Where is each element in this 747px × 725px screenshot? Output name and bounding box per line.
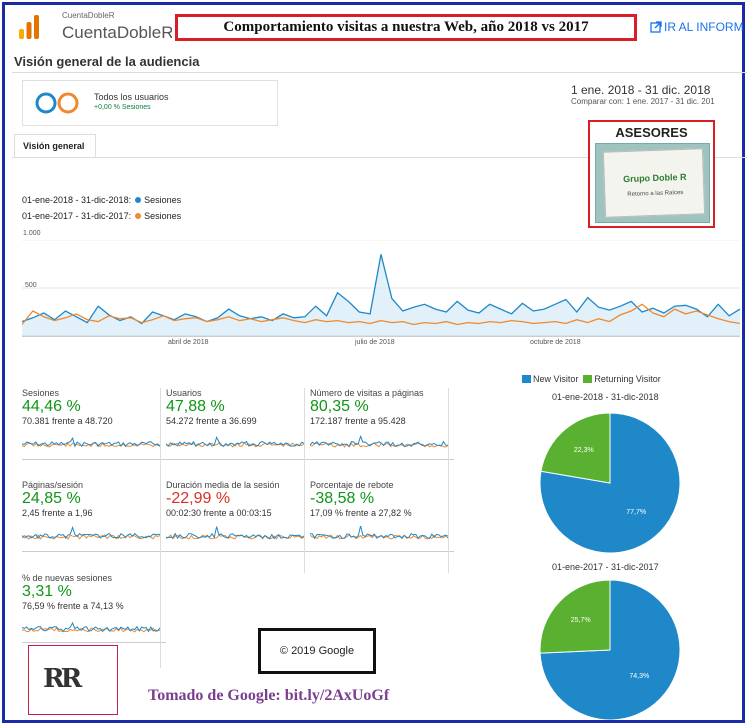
- external-link-icon: [650, 21, 662, 33]
- divider: [12, 72, 747, 73]
- pie-legend-new: New Visitor: [533, 374, 579, 384]
- metric-card[interactable]: Sesiones 44,46 % 70.381 frente a 48.720: [22, 388, 166, 460]
- metric-value: -38,58 %: [310, 490, 375, 507]
- pie-data-label: 22,3%: [574, 447, 594, 454]
- metric-card[interactable]: Páginas/sesión 24,85 % 2,45 frente a 1,96: [22, 480, 166, 552]
- pie-data-label: 74,3%: [629, 673, 649, 680]
- sparkline-series: [22, 621, 160, 633]
- metric-separator: [160, 388, 161, 668]
- metric-title: Duración media de la sesión: [166, 480, 280, 490]
- metric-comparison: 76,59 % frente a 74,13 %: [22, 601, 124, 611]
- pie-legend-returning: Returning Visitor: [594, 374, 661, 384]
- asesores-photo: Grupo Doble R Retorno a las Raíces: [595, 143, 710, 223]
- x-tick-julio: julio de 2018: [355, 339, 395, 346]
- sparkline-series: [166, 435, 304, 448]
- legend-range: 01-ene-2018 - 31-dic-2018:: [22, 195, 132, 205]
- metric-comparison: 70.381 frente a 48.720: [22, 416, 113, 426]
- segment-sub: +0,00 % Sesiones: [94, 104, 151, 111]
- asesores-sign-line1: Grupo Doble R: [622, 171, 687, 185]
- x-tick-octubre: octubre de 2018: [530, 339, 581, 346]
- source-credit: Tomado de Google: bit.ly/2AxUoGf: [148, 687, 390, 704]
- metric-card[interactable]: Número de visitas a páginas 80,35 % 172.18…: [310, 388, 454, 460]
- metric-comparison: 54.272 frente a 36.699: [166, 416, 257, 426]
- account-label: CuentaDobleR: [62, 11, 115, 20]
- pie-data-label: 25,7%: [571, 617, 591, 624]
- pie-title-2018: 01-ene-2018 - 31-dic-2018: [552, 392, 659, 402]
- pie-title-2017: 01-ene-2017 - 31-dic-2017: [552, 562, 659, 572]
- report-link-label: IR AL INFORM: [664, 20, 744, 34]
- account-selector[interactable]: CuentaDobleR: [62, 23, 172, 43]
- metric-sparkline: [310, 434, 448, 448]
- metric-comparison: 17,09 % frente a 27,82 %: [310, 508, 412, 518]
- metric-sparkline: [310, 526, 448, 540]
- y-tick-1000: 1.000: [23, 230, 41, 237]
- asesores-image: ASESORES Grupo Doble R Retorno a las Raí…: [588, 120, 715, 228]
- metric-value: 44,46 %: [22, 398, 81, 415]
- segment-label: Todos los usuarios: [94, 92, 169, 102]
- metric-separator: [448, 388, 449, 573]
- metric-card[interactable]: Usuarios 47,88 % 54.272 frente a 36.699: [166, 388, 310, 460]
- metric-card[interactable]: % de nuevas sesiones 3,31 % 76,59 % frente…: [22, 573, 166, 643]
- legend-range: 01-ene-2017 - 31-dic-2017:: [22, 211, 132, 221]
- sparkline-series: [310, 526, 448, 540]
- metric-value: 24,85 %: [22, 490, 81, 507]
- x-tick-abril: abril de 2018: [168, 339, 209, 346]
- metric-title: % de nuevas sesiones: [22, 573, 113, 583]
- segment-circles-icon: [35, 92, 79, 114]
- metric-comparison: 172.187 frente a 95.428: [310, 416, 406, 426]
- banner-title: Comportamiento visitas a nuestra Web, añ…: [175, 14, 637, 41]
- metric-sparkline: [22, 621, 160, 633]
- metric-sparkline: [22, 526, 160, 540]
- metric-title: Porcentaje de rebote: [310, 480, 394, 490]
- metric-title: Páginas/sesión: [22, 480, 84, 490]
- segment-card[interactable]: [22, 80, 278, 126]
- pie-data-label: 77,7%: [626, 509, 646, 516]
- sparkline-series: [22, 436, 160, 448]
- metric-comparison: 00:02:30 frente a 00:03:15: [166, 508, 272, 518]
- date-range[interactable]: 1 ene. 2018 - 31 dic. 2018: [571, 83, 710, 97]
- metric-value: 47,88 %: [166, 398, 225, 415]
- metric-sparkline: [166, 435, 304, 448]
- metric-separator: [304, 388, 305, 573]
- pie-legend: New Visitor Returning Visitor: [522, 374, 661, 384]
- asesores-title: ASESORES: [615, 125, 688, 140]
- rr-logo: RR: [28, 645, 118, 715]
- metric-value: 80,35 %: [310, 398, 369, 415]
- metric-card[interactable]: Porcentaje de rebote -38,58 % 17,09 % fren…: [310, 480, 454, 552]
- metric-comparison: 2,45 frente a 1,96: [22, 508, 93, 518]
- series-area-2018: [22, 254, 740, 336]
- report-link[interactable]: IR AL INFORM: [650, 20, 744, 34]
- metric-value: -22,99 %: [166, 490, 231, 507]
- legend-series: Sesiones: [144, 195, 182, 205]
- legend-swatch-new: [522, 375, 531, 383]
- rr-logo-text: RR: [43, 664, 82, 694]
- sparkline-series: [310, 434, 448, 447]
- legend-dot: [135, 213, 142, 219]
- metric-sparkline: [22, 436, 160, 448]
- analytics-logo-icon: [19, 15, 39, 39]
- pie-chart-2017: 74,3% 25,7%: [539, 579, 681, 720]
- metric-title: Número de visitas a páginas: [310, 388, 424, 398]
- asesores-sign: Grupo Doble R Retorno a las Raíces: [602, 148, 706, 218]
- legend-swatch-returning: [583, 375, 593, 383]
- legend-series: Sesiones: [144, 211, 182, 221]
- pie-chart-2018: 77,7% 22,3%: [539, 412, 681, 554]
- tab-vision-general[interactable]: Visión general: [14, 134, 96, 158]
- page-title: Visión general de la audiencia: [14, 54, 200, 69]
- metric-title: Sesiones: [22, 388, 60, 398]
- legend-2018: 01-ene-2018 - 31-dic-2018: Sesiones: [22, 195, 181, 205]
- legend-dot: [135, 197, 142, 203]
- metric-title: Usuarios: [166, 388, 202, 398]
- metric-value: 3,31 %: [22, 583, 72, 600]
- metric-sparkline: [166, 526, 304, 540]
- compare-range: Comparar con: 1 ene. 2017 - 31 dic. 201: [571, 97, 715, 106]
- metric-card[interactable]: Duración media de la sesión -22,99 % 00:02…: [166, 480, 310, 552]
- copyright-box: © 2019 Google: [258, 628, 376, 674]
- legend-2017: 01-ene-2017 - 31-dic-2017: Sesiones: [22, 211, 181, 221]
- asesores-sign-line2: Retorno a las Raíces: [627, 189, 684, 198]
- sessions-line-chart: [22, 240, 740, 337]
